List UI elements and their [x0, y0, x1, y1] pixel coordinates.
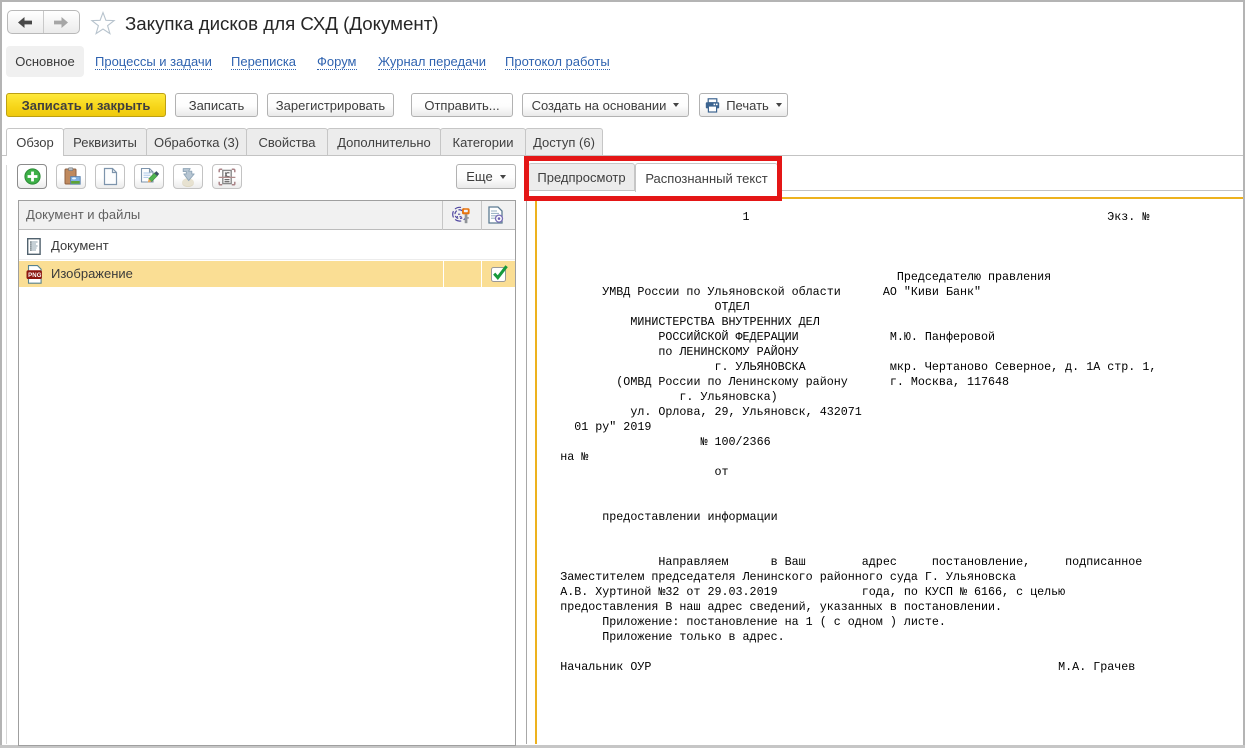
- svg-text:PNG: PNG: [28, 273, 42, 279]
